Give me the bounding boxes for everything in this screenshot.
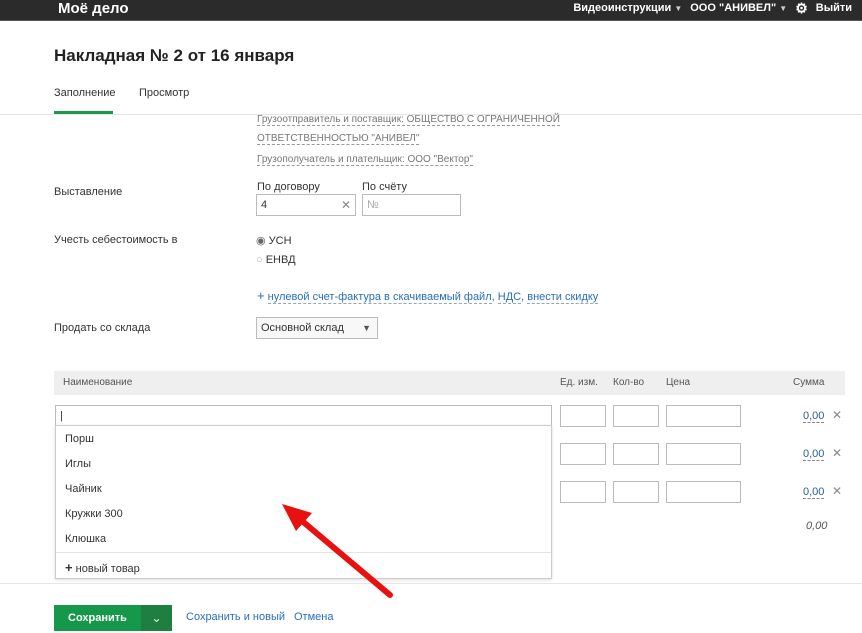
save-options-button[interactable]: ⌄ xyxy=(141,605,172,631)
unit-input[interactable] xyxy=(560,405,606,427)
top-links: Видеоинструкции ▼ ООО "АНИВЕЛ" ▼ ⚙ Выйти xyxy=(573,0,852,17)
qty-input[interactable] xyxy=(613,405,659,427)
issue-label: Выставление xyxy=(54,186,123,198)
shipper-link[interactable]: Грузоотправитель и поставщик: ОБЩЕСТВО С… xyxy=(257,114,560,126)
row-sum[interactable]: 0,00 xyxy=(803,448,825,461)
col-unit: Ед. изм. xyxy=(560,377,598,388)
discount-link[interactable]: внести скидку xyxy=(527,291,599,304)
cost-label: Учесть себестоимость в xyxy=(54,234,178,246)
chevron-down-icon: ⌄ xyxy=(151,611,162,625)
radio-usn-label: УСН xyxy=(268,235,292,247)
delete-row-icon[interactable]: ✕ xyxy=(832,446,842,460)
col-price: Цена xyxy=(666,377,691,388)
price-input[interactable] xyxy=(666,481,741,503)
save-button[interactable]: Сохранить xyxy=(54,605,141,631)
consignee-link[interactable]: Грузополучатель и плательщик: ООО "Векто… xyxy=(257,154,473,166)
videos-label: Видеоинструкции xyxy=(573,2,672,14)
company-menu[interactable]: ООО "АНИВЕЛ" ▼ xyxy=(690,0,787,17)
qty-input[interactable] xyxy=(613,481,659,503)
price-input[interactable] xyxy=(666,443,741,465)
company-label: ООО "АНИВЕЛ" xyxy=(690,2,777,14)
dropdown-item[interactable]: Порш xyxy=(65,433,94,445)
arrow-shaft xyxy=(292,512,393,598)
clear-icon[interactable]: ✕ xyxy=(341,195,351,215)
new-product-label: новый товар xyxy=(75,563,140,575)
contract-value: 4 xyxy=(261,199,268,211)
plus-icon: + xyxy=(257,288,265,303)
col-sum: Сумма xyxy=(793,377,825,388)
radio-usn[interactable]: ◉ УСН xyxy=(256,234,292,247)
price-input[interactable] xyxy=(666,405,741,427)
warehouse-value: Основной склад xyxy=(261,322,344,334)
shipper-link-cont[interactable]: ОТВЕТСТВЕННОСТЬЮ "АНИВЕЛ" xyxy=(257,133,420,145)
warehouse-label: Продать со склада xyxy=(54,322,151,334)
caret-down-icon: ▼ xyxy=(779,4,788,13)
unit-input[interactable] xyxy=(560,481,606,503)
unit-input[interactable] xyxy=(560,443,606,465)
new-product-item[interactable]: + новый товар xyxy=(65,560,140,575)
caret-down-icon: ▼ xyxy=(362,323,371,333)
row-sum[interactable]: 0,00 xyxy=(803,486,825,499)
cancel-link[interactable]: Отмена xyxy=(294,611,333,623)
logout-link[interactable]: Выйти xyxy=(816,0,852,17)
zero-invoice-link[interactable]: нулевой счет-фактура в скачиваемый файл xyxy=(267,291,492,304)
save-and-new-link[interactable]: Сохранить и новый xyxy=(186,611,285,623)
col-qty: Кол-во xyxy=(613,377,645,388)
gear-icon[interactable]: ⚙ xyxy=(795,0,808,17)
radio-envd[interactable]: ○ ЕНВД xyxy=(256,254,296,266)
qty-input[interactable] xyxy=(613,443,659,465)
delete-row-icon[interactable]: ✕ xyxy=(832,484,842,498)
logo[interactable]: Моё дело xyxy=(58,0,129,18)
radio-checked-icon: ◉ xyxy=(256,235,266,247)
page-title: Накладная № 2 от 16 января xyxy=(54,46,295,65)
dropdown-item[interactable]: Кружки 300 xyxy=(65,508,123,520)
invoice-input[interactable]: № xyxy=(362,194,461,216)
dropdown-item[interactable]: Клюшка xyxy=(65,533,106,545)
radio-unchecked-icon: ○ xyxy=(256,254,263,266)
plus-icon: + xyxy=(65,560,73,575)
red-arrow-annotation xyxy=(282,504,393,598)
delete-row-icon[interactable]: ✕ xyxy=(832,408,842,422)
vat-link[interactable]: НДС xyxy=(497,291,522,304)
contract-input[interactable]: 4 ✕ xyxy=(256,194,356,216)
radio-envd-label: ЕНВД xyxy=(265,254,296,266)
product-name-input[interactable]: | xyxy=(55,405,552,427)
table-header: Наименование Ед. изм. Кол-во Цена Сумма xyxy=(54,371,845,395)
row-sum[interactable]: 0,00 xyxy=(803,410,825,423)
contract-label: По договору xyxy=(257,181,320,193)
table-total: 0,00 xyxy=(806,520,828,532)
invoice-label: По счёту xyxy=(362,181,407,193)
tab-preview[interactable]: Просмотр xyxy=(139,87,189,99)
dropdown-item[interactable]: Чайник xyxy=(65,483,102,495)
tab-fill[interactable]: Заполнение xyxy=(54,87,116,99)
warehouse-select[interactable]: Основной склад ▼ xyxy=(256,317,378,339)
videos-menu[interactable]: Видеоинструкции ▼ xyxy=(573,0,682,17)
footer-divider xyxy=(0,583,862,584)
dropdown-item[interactable]: Иглы xyxy=(65,458,91,470)
col-name: Наименование xyxy=(63,377,133,388)
caret-down-icon: ▼ xyxy=(674,4,683,13)
